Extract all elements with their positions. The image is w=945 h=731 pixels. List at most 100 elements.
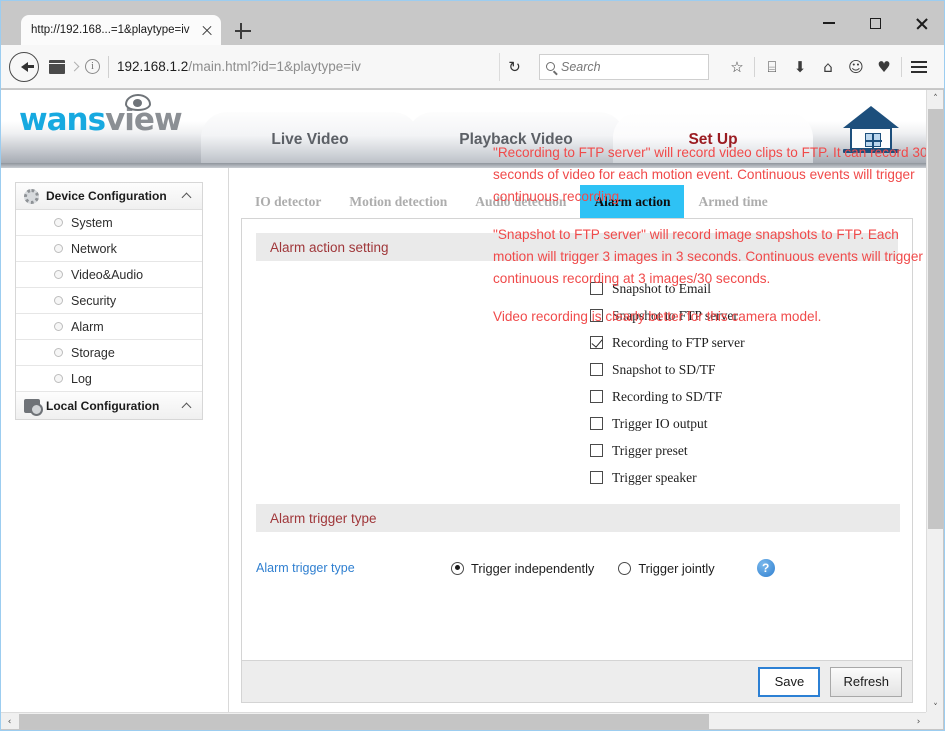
annotation-note: "Recording to FTP server" will record vi… [493, 145, 927, 204]
scroll-right-icon[interactable]: › [910, 713, 927, 730]
checkbox-snapshot-to-sd-tf[interactable] [590, 363, 603, 376]
close-tab-icon[interactable] [199, 22, 215, 38]
annotation-notes: "Recording to FTP server" will record vi… [493, 142, 927, 328]
house-roof-shape [843, 106, 899, 128]
checkbox-row-trigger-preset[interactable]: Trigger preset [590, 437, 745, 464]
sidebar-item-video-audio[interactable]: Video&Audio [16, 262, 202, 288]
sidebar-item-system[interactable]: System [16, 210, 202, 236]
sidebar: Device Configuration System Network Vide… [15, 182, 203, 420]
bullet-icon [54, 348, 63, 357]
checkbox-row-snapshot-to-sd-tf[interactable]: Snapshot to SD/TF [590, 356, 745, 383]
sidebar-item-label: Video&Audio [71, 267, 144, 282]
menu-hamburger-icon[interactable] [905, 53, 933, 81]
save-button[interactable]: Save [758, 666, 821, 697]
close-window-icon [915, 17, 928, 30]
scroll-left-icon[interactable]: ‹ [1, 713, 18, 730]
address-bar[interactable]: 192.168.1.2/main.html?id=1&playtype=iv [117, 52, 497, 81]
chevron-up-icon [181, 402, 192, 412]
library-icon[interactable]: ⌸ [758, 53, 786, 81]
sidebar-item-label: Log [71, 371, 92, 386]
browser-toolbar-icons: ☆ ⌸ ⬇ ⌂ ☺ ♥ [723, 53, 933, 81]
nav-tab-live-video[interactable]: Live Video [201, 112, 419, 168]
search-box[interactable]: Search [539, 53, 709, 80]
sidebar-item-label: Network [71, 241, 117, 256]
nav-tab-label: Live Video [271, 131, 349, 148]
checkbox-label: Recording to SD/TF [612, 388, 723, 404]
checkbox-label: Trigger IO output [612, 415, 708, 431]
bullet-icon [54, 374, 63, 383]
sidebar-group-local-configuration[interactable]: Local Configuration [16, 392, 202, 419]
pocket-icon[interactable]: ♥ [870, 53, 898, 81]
minimize-icon [823, 22, 835, 24]
window-controls [806, 1, 944, 45]
sync-account-icon[interactable]: ☺ [842, 53, 870, 81]
logo-text-primary: wans [19, 102, 106, 138]
annotation-note: Video recording is clearly better for th… [493, 309, 822, 324]
checkbox-label: Trigger speaker [612, 469, 697, 485]
horizontal-scrollbar[interactable]: ‹ › [1, 712, 927, 729]
maximize-button[interactable] [852, 1, 898, 45]
page-viewport: wansview Live Video Playback Video Set U… [1, 90, 927, 716]
minimize-button[interactable] [806, 1, 852, 45]
sidebar-item-log[interactable]: Log [16, 366, 202, 392]
bullet-icon [54, 322, 63, 331]
horizontal-scrollbar-thumb[interactable] [19, 714, 709, 729]
radio-trigger-independently[interactable] [451, 561, 464, 575]
home-icon[interactable]: ⌂ [814, 53, 842, 81]
alarm-trigger-type-section-title: Alarm trigger type [256, 504, 900, 532]
tab-io-detector[interactable]: IO detector [241, 185, 335, 218]
sidebar-item-security[interactable]: Security [16, 288, 202, 314]
checkbox-label: Snapshot to SD/TF [612, 361, 716, 377]
chevron-right-icon [69, 61, 80, 72]
radio-label-trigger-independently: Trigger independently [471, 560, 595, 576]
scroll-up-icon[interactable]: ˄ [927, 90, 944, 107]
reload-icon[interactable]: ↻ [499, 52, 529, 81]
checkbox-recording-to-sd-tf[interactable] [590, 390, 603, 403]
browser-tab[interactable]: http://192.168...=1&playtype=iv [21, 15, 221, 45]
vertical-scrollbar-thumb[interactable] [928, 109, 943, 529]
url-path: /main.html?id=1&playtype=iv [188, 59, 361, 74]
toolbar-divider [901, 56, 902, 77]
bullet-icon [54, 270, 63, 279]
sidebar-item-storage[interactable]: Storage [16, 340, 202, 366]
checkbox-recording-to-ftp-server[interactable] [590, 336, 603, 349]
refresh-button[interactable]: Refresh [830, 666, 902, 697]
tab-motion-detection[interactable]: Motion detection [335, 185, 461, 218]
downloads-icon[interactable]: ⬇ [786, 53, 814, 81]
bookmark-star-icon[interactable]: ☆ [723, 53, 751, 81]
sidebar-group-device-configuration[interactable]: Device Configuration [16, 183, 202, 210]
checkbox-trigger-speaker[interactable] [590, 471, 603, 484]
help-icon[interactable]: ? [756, 559, 775, 577]
checkbox-trigger-io-output[interactable] [590, 417, 603, 430]
site-identity-icon[interactable] [49, 59, 65, 74]
wansview-logo[interactable]: wansview [19, 94, 183, 138]
close-window-button[interactable] [898, 1, 944, 45]
sidebar-item-alarm[interactable]: Alarm [16, 314, 202, 340]
browser-window: http://192.168...=1&playtype=iv i 192.16… [0, 0, 945, 731]
browser-tab-title: http://192.168...=1&playtype=iv [31, 24, 190, 36]
vertical-scrollbar[interactable]: ˄ ˅ [926, 90, 943, 716]
bullet-icon [54, 218, 63, 227]
checkbox-row-recording-to-ftp-server[interactable]: Recording to FTP server [590, 329, 745, 356]
eye-icon [125, 94, 151, 111]
checkbox-row-trigger-speaker[interactable]: Trigger speaker [590, 464, 745, 491]
sidebar-item-network[interactable]: Network [16, 236, 202, 262]
radio-label-trigger-jointly: Trigger jointly [638, 560, 715, 576]
sidebar-group-label: Local Configuration [46, 398, 160, 413]
alarm-trigger-type-row: Alarm trigger type Trigger independently… [256, 559, 900, 577]
radio-trigger-jointly[interactable] [618, 561, 632, 575]
info-icon[interactable]: i [85, 59, 100, 74]
url-host: 192.168.1.2 [117, 59, 189, 74]
alarm-trigger-type-label[interactable]: Alarm trigger type [256, 561, 451, 575]
computer-gear-icon [24, 398, 43, 416]
tab-label: Motion detection [349, 193, 448, 209]
chevron-up-icon [181, 192, 192, 203]
checkbox-row-recording-to-sd-tf[interactable]: Recording to SD/TF [590, 383, 745, 410]
checkbox-label: Recording to FTP server [612, 334, 745, 350]
checkbox-row-trigger-io-output[interactable]: Trigger IO output [590, 410, 745, 437]
checkbox-trigger-preset[interactable] [590, 444, 603, 457]
new-tab-icon[interactable] [233, 21, 253, 41]
toolbar-divider [754, 56, 755, 77]
bullet-icon [54, 296, 63, 305]
back-button[interactable] [9, 51, 39, 82]
